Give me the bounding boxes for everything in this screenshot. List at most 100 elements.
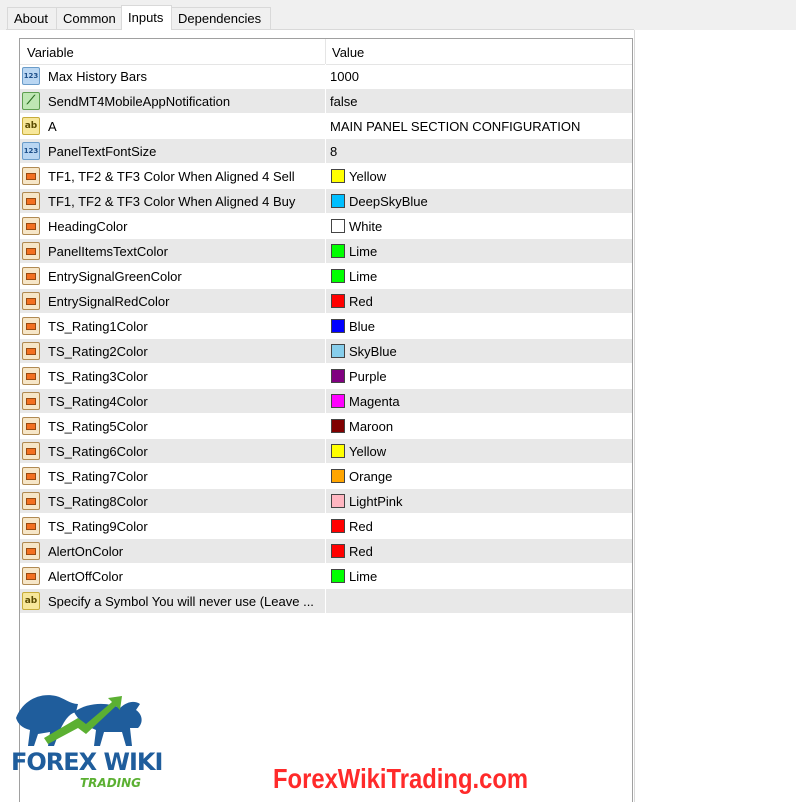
color-icon xyxy=(22,367,40,385)
color-swatch[interactable] xyxy=(331,494,345,508)
variable-value[interactable]: 1000 xyxy=(330,69,359,84)
table-row[interactable]: AlertOnColor Red xyxy=(20,539,632,564)
cell-separator xyxy=(325,564,326,589)
table-row[interactable]: TS_Rating3Color Purple xyxy=(20,364,632,389)
cell-separator xyxy=(325,114,326,139)
color-swatch[interactable] xyxy=(331,544,345,558)
color-swatch[interactable] xyxy=(331,444,345,458)
table-row[interactable]: 123 PanelTextFontSize 8 xyxy=(20,139,632,164)
cell-separator xyxy=(325,239,326,264)
tab-about[interactable]: About xyxy=(7,7,57,29)
variable-value[interactable]: Red xyxy=(349,519,373,534)
color-icon xyxy=(22,417,40,435)
table-row[interactable]: EntrySignalGreenColor Lime xyxy=(20,264,632,289)
table-row[interactable]: AlertOffColor Lime xyxy=(20,564,632,589)
table-row[interactable]: TS_Rating6Color Yellow xyxy=(20,439,632,464)
variable-value[interactable]: MAIN PANEL SECTION CONFIGURATION xyxy=(330,119,580,134)
cell-separator xyxy=(325,464,326,489)
color-icon xyxy=(22,317,40,335)
table-row[interactable]: TF1, TF2 & TF3 Color When Aligned 4 Sell… xyxy=(20,164,632,189)
cell-separator xyxy=(325,289,326,314)
table-row[interactable]: HeadingColor White xyxy=(20,214,632,239)
variable-name: TS_Rating1Color xyxy=(48,319,148,334)
variable-name: TS_Rating2Color xyxy=(48,344,148,359)
table-row[interactable]: PanelItemsTextColor Lime xyxy=(20,239,632,264)
cell-separator xyxy=(325,64,326,89)
variable-value[interactable]: LightPink xyxy=(349,494,402,509)
variable-value[interactable]: Red xyxy=(349,544,373,559)
color-swatch[interactable] xyxy=(331,569,345,583)
variable-value[interactable]: Lime xyxy=(349,244,377,259)
logo-text: FOREX WIKI xyxy=(11,748,163,776)
tab-dependencies[interactable]: Dependencies xyxy=(171,7,271,29)
color-icon xyxy=(22,517,40,535)
table-row[interactable]: EntrySignalRedColor Red xyxy=(20,289,632,314)
table-row[interactable]: ab Specify a Symbol You will never use (L… xyxy=(20,589,632,614)
color-swatch[interactable] xyxy=(331,169,345,183)
column-header-value[interactable]: Value xyxy=(332,45,364,60)
variable-value[interactable]: Lime xyxy=(349,269,377,284)
variable-value[interactable]: Blue xyxy=(349,319,375,334)
variable-name: PanelTextFontSize xyxy=(48,144,157,159)
cell-separator xyxy=(325,139,326,164)
color-swatch[interactable] xyxy=(331,294,345,308)
color-swatch[interactable] xyxy=(331,369,345,383)
variable-value[interactable]: White xyxy=(349,219,382,234)
color-swatch[interactable] xyxy=(331,394,345,408)
variable-value[interactable]: Magenta xyxy=(349,394,400,409)
variable-value[interactable]: Yellow xyxy=(349,444,386,459)
variable-value[interactable]: DeepSkyBlue xyxy=(349,194,428,209)
table-row[interactable]: TS_Rating4Color Magenta xyxy=(20,389,632,414)
column-header-variable[interactable]: Variable xyxy=(27,45,74,60)
cell-separator xyxy=(325,439,326,464)
variable-value[interactable]: SkyBlue xyxy=(349,344,397,359)
tab-inputs[interactable]: Inputs xyxy=(121,5,172,30)
variable-value[interactable]: Red xyxy=(349,294,373,309)
color-icon xyxy=(22,342,40,360)
variable-value[interactable]: 8 xyxy=(330,144,337,159)
bull-bear-icon xyxy=(16,695,142,746)
cell-separator xyxy=(325,389,326,414)
table-row[interactable]: ⟋ SendMT4MobileAppNotification false xyxy=(20,89,632,114)
table-row[interactable]: ab A MAIN PANEL SECTION CONFIGURATION xyxy=(20,114,632,139)
variable-value[interactable]: Orange xyxy=(349,469,392,484)
color-icon xyxy=(22,242,40,260)
variable-value[interactable]: Lime xyxy=(349,569,377,584)
color-swatch[interactable] xyxy=(331,269,345,283)
color-icon xyxy=(22,292,40,310)
variable-name: TS_Rating6Color xyxy=(48,444,148,459)
color-icon xyxy=(22,267,40,285)
table-row[interactable]: TS_Rating2Color SkyBlue xyxy=(20,339,632,364)
color-swatch[interactable] xyxy=(331,344,345,358)
color-swatch[interactable] xyxy=(331,194,345,208)
table-row[interactable]: TS_Rating9Color Red xyxy=(20,514,632,539)
variable-name: PanelItemsTextColor xyxy=(48,244,168,259)
tab-common[interactable]: Common xyxy=(56,7,122,29)
number-icon: 123 xyxy=(22,67,40,85)
variable-value[interactable]: Yellow xyxy=(349,169,386,184)
table-row[interactable]: TS_Rating5Color Maroon xyxy=(20,414,632,439)
table-row[interactable]: 123 Max History Bars 1000 xyxy=(20,64,632,89)
variable-value[interactable]: Maroon xyxy=(349,419,393,434)
table-row[interactable]: TS_Rating7Color Orange xyxy=(20,464,632,489)
table-row[interactable]: TS_Rating1Color Blue xyxy=(20,314,632,339)
cell-separator xyxy=(325,364,326,389)
variable-name: TS_Rating7Color xyxy=(48,469,148,484)
variable-value[interactable]: Purple xyxy=(349,369,387,384)
color-swatch[interactable] xyxy=(331,519,345,533)
grid-header: Variable Value xyxy=(20,39,632,65)
column-separator[interactable] xyxy=(325,39,326,64)
color-icon xyxy=(22,542,40,560)
color-swatch[interactable] xyxy=(331,469,345,483)
table-row[interactable]: TS_Rating8Color LightPink xyxy=(20,489,632,514)
color-swatch[interactable] xyxy=(331,244,345,258)
variable-name: Max History Bars xyxy=(48,69,147,84)
color-swatch[interactable] xyxy=(331,219,345,233)
variable-value[interactable]: false xyxy=(330,94,357,109)
color-swatch[interactable] xyxy=(331,319,345,333)
color-swatch[interactable] xyxy=(331,419,345,433)
table-row[interactable]: TF1, TF2 & TF3 Color When Aligned 4 Buy D… xyxy=(20,189,632,214)
variable-name: TS_Rating9Color xyxy=(48,519,148,534)
variable-name: HeadingColor xyxy=(48,219,128,234)
number-icon: 123 xyxy=(22,142,40,160)
